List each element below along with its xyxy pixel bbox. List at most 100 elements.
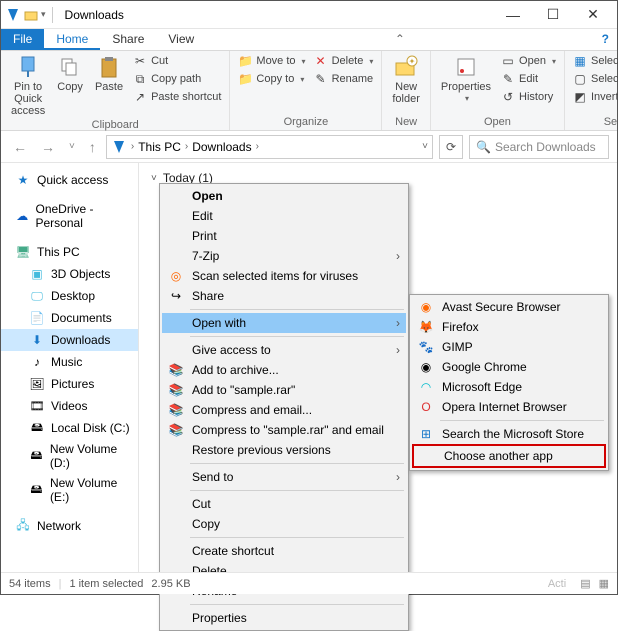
shortcut-icon: ↗ [133,90,147,104]
move-to-button[interactable]: 📁Move to▾ [236,53,307,69]
ctx-create-shortcut[interactable]: Create shortcut [162,541,406,561]
sidebar-pictures[interactable]: 🖼Pictures [1,373,138,395]
search-box[interactable]: 🔍 Search Downloads [469,135,609,159]
copy-to-button[interactable]: 📁Copy to▾ [236,71,307,87]
maximize-button[interactable]: ☐ [533,2,573,28]
ctx-give-access[interactable]: Give access to› [162,340,406,360]
paste-shortcut-button[interactable]: ↗Paste shortcut [131,89,223,105]
sidebar-volume-d[interactable]: 🖴New Volume (D:) [1,439,138,473]
new-folder-button[interactable]: ✦ New folder [388,53,424,107]
ctx-restore[interactable]: Restore previous versions [162,440,406,460]
select-all-button[interactable]: ▦Select all [571,53,618,69]
openwith-avast[interactable]: ◉Avast Secure Browser [412,297,606,317]
ctx-copy[interactable]: Copy [162,514,406,534]
ctx-scan[interactable]: ◎Scan selected items for viruses [162,266,406,286]
paste-button[interactable]: Paste [91,53,127,95]
drive-icon: 🖴 [29,448,44,464]
openwith-opera[interactable]: OOpera Internet Browser [412,397,606,417]
copy-path-button[interactable]: ⧉Copy path [131,71,223,87]
history-button[interactable]: ↺History [499,89,558,105]
sidebar-network[interactable]: 🖧Network [1,515,138,537]
forward-button[interactable]: → [37,139,59,155]
properties-button[interactable]: Properties▾ [437,53,495,106]
copy-button[interactable]: Copy [53,53,87,95]
ctx-add-archive[interactable]: 📚Add to archive... [162,360,406,380]
edit-button[interactable]: ✎Edit [499,71,558,87]
crumb-this-pc[interactable]: This PC [138,140,181,154]
sidebar-downloads[interactable]: ⬇Downloads [1,329,138,351]
ctx-open-with[interactable]: Open with› [162,313,406,333]
ctx-compress-sample[interactable]: 📚Compress to "sample.rar" and email [162,420,406,440]
back-button[interactable]: ← [9,139,31,155]
ctx-properties[interactable]: Properties [162,608,406,628]
ctx-7zip[interactable]: 7-Zip› [162,246,406,266]
ctx-edit[interactable]: Edit [162,206,406,226]
pin-to-quick-access-button[interactable]: Pin to Quick access [7,53,49,119]
address-dropdown[interactable]: ˅ [422,141,428,152]
openwith-firefox[interactable]: 🦊Firefox [412,317,606,337]
address-bar[interactable]: › This PC › Downloads › ˅ [106,135,433,159]
minimize-button[interactable]: — [493,2,533,28]
status-item-count: 54 items [9,578,51,590]
window-title: Downloads [57,8,493,22]
sidebar-volume-e[interactable]: 🖴New Volume (E:) [1,473,138,507]
edge-icon: ◠ [418,379,434,395]
group-label-new: New [388,116,424,130]
sidebar-music[interactable]: ♪Music [1,351,138,373]
ctx-open[interactable]: Open [162,186,406,206]
select-none-button[interactable]: ▢Select none [571,71,618,87]
sidebar-3d-objects[interactable]: ▣3D Objects [1,263,138,285]
ctx-add-sample[interactable]: 📚Add to "sample.rar" [162,380,406,400]
ctx-send-to[interactable]: Send to› [162,467,406,487]
recent-dropdown[interactable]: ˅ [65,141,79,152]
crumb-downloads[interactable]: Downloads [192,140,251,154]
edit-icon: ✎ [501,72,515,86]
opera-icon: O [418,399,434,415]
openwith-gimp[interactable]: 🐾GIMP [412,337,606,357]
invert-selection-button[interactable]: ◩Invert selection [571,89,618,105]
openwith-chrome[interactable]: ◉Google Chrome [412,357,606,377]
close-button[interactable]: ✕ [573,2,613,28]
sidebar-onedrive[interactable]: ☁OneDrive - Personal [1,199,138,233]
qat-folder-icon[interactable] [23,7,39,23]
rename-button[interactable]: ✎Rename [312,71,376,87]
select-all-icon: ▦ [573,54,587,68]
search-placeholder: Search Downloads [495,140,596,154]
ribbon-collapse[interactable]: ⌃ [387,29,413,50]
sidebar-local-disk-c[interactable]: 🖴Local Disk (C:) [1,417,138,439]
sidebar-this-pc[interactable]: 🖥This PC [1,241,138,263]
openwith-store[interactable]: ⊞Search the Microsoft Store [412,424,606,444]
refresh-button[interactable]: ⟳ [439,135,463,159]
paste-icon [97,55,121,79]
view-details-button[interactable]: ▤ [580,577,590,590]
drive-icon: 🖴 [29,482,44,498]
open-button[interactable]: ▭Open▾ [499,53,558,69]
open-with-submenu: ◉Avast Secure Browser 🦊Firefox 🐾GIMP ◉Go… [409,294,609,471]
tab-share[interactable]: Share [100,29,156,50]
sidebar-videos[interactable]: 🎞Videos [1,395,138,417]
tab-file[interactable]: File [1,29,44,50]
cut-button[interactable]: ✂Cut [131,53,223,69]
qat-dropdown[interactable]: ▾ [41,9,46,20]
ctx-print[interactable]: Print [162,226,406,246]
ctx-share[interactable]: ↪Share [162,286,406,306]
ctx-compress-email[interactable]: 📚Compress and email... [162,400,406,420]
music-icon: ♪ [29,354,45,370]
navigation-pane: ★Quick access ☁OneDrive - Personal 🖥This… [1,163,139,572]
sidebar-quick-access[interactable]: ★Quick access [1,169,138,191]
cloud-icon: ☁ [15,208,30,224]
ctx-cut[interactable]: Cut [162,494,406,514]
submenu-arrow-icon: › [396,343,400,357]
help-icon[interactable]: ? [594,29,617,50]
winrar-icon: 📚 [168,402,184,418]
tab-view[interactable]: View [156,29,206,50]
sidebar-documents[interactable]: 📄Documents [1,307,138,329]
openwith-edge[interactable]: ◠Microsoft Edge [412,377,606,397]
sidebar-desktop[interactable]: 🖵Desktop [1,285,138,307]
delete-button[interactable]: ✕Delete▾ [312,53,376,69]
move-to-icon: 📁 [238,54,252,68]
tab-home[interactable]: Home [44,29,100,50]
view-tiles-button[interactable]: ▦ [599,577,609,590]
up-button[interactable]: ↑ [85,139,100,155]
openwith-choose-another[interactable]: Choose another app [412,444,606,468]
